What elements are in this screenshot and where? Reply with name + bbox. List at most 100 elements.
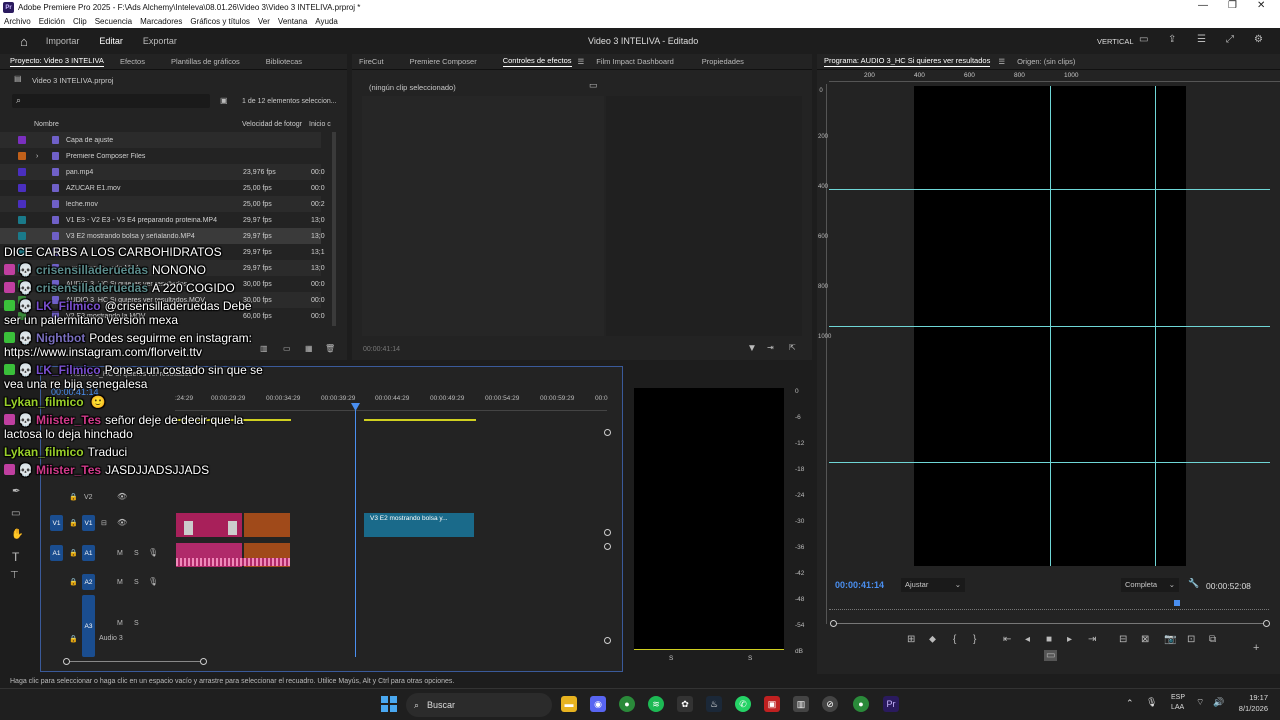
app-icon-3[interactable]: ▥ <box>793 696 809 712</box>
video-clip-2[interactable] <box>244 513 290 537</box>
tab-bibliotecas[interactable]: Bibliotecas <box>266 57 302 66</box>
menu-lines-icon[interactable]: ☰ <box>1197 34 1206 45</box>
playhead-line[interactable] <box>355 403 356 657</box>
project-item[interactable]: Capa de ajuste <box>0 132 321 148</box>
search-input[interactable]: ⌕ <box>12 94 210 108</box>
add-button-icon[interactable]: + <box>1253 642 1259 654</box>
trash-icon[interactable]: 🗑 <box>325 344 335 353</box>
new-item-icon[interactable]: ▦ <box>305 344 313 353</box>
taskbar-search[interactable]: ⌕ Buscar <box>406 693 552 717</box>
menu-graficos[interactable]: Gráficos y títulos <box>190 17 250 26</box>
steam-icon[interactable]: ♨ <box>706 696 722 712</box>
program-mini-timeline[interactable] <box>829 602 1269 610</box>
v2-lock-icon[interactable]: 🔒 <box>69 493 78 501</box>
fit-dropdown[interactable]: Ajustar ⌄ <box>901 578 965 592</box>
meter-solo-left[interactable]: S <box>669 655 673 662</box>
a3-solo[interactable]: S <box>134 620 139 627</box>
v1-track-target[interactable]: V1 <box>82 515 95 531</box>
a1-mute[interactable]: M <box>117 550 123 557</box>
zoom-left-handle[interactable] <box>63 658 70 665</box>
settings-icon[interactable]: ⚙ <box>1254 34 1263 45</box>
close-icon[interactable]: ✕ <box>1257 0 1265 11</box>
whatsapp-icon[interactable]: ✆ <box>735 696 751 712</box>
camera-icon[interactable]: 📷 <box>1164 634 1176 645</box>
fullscreen-icon[interactable]: ⤢ <box>1226 34 1234 45</box>
chrome-icon-2[interactable]: ● <box>853 696 869 712</box>
menu-archivo[interactable]: Archivo <box>4 17 31 26</box>
overwrite-icon[interactable]: ⊠ <box>1141 634 1149 645</box>
clock-time[interactable]: 19:17 <box>1220 693 1268 702</box>
v2-eye-icon[interactable]: 👁 <box>117 492 127 501</box>
windows-start-icon[interactable] <box>381 696 397 712</box>
v-scroll-handle-mid[interactable] <box>604 529 611 536</box>
project-item[interactable]: V3 E2 mostrando bolsa y señalando.MP4 29,… <box>0 228 325 244</box>
tab-exportar[interactable]: Exportar <box>143 36 177 46</box>
a2-mute[interactable]: M <box>117 579 123 586</box>
tab-importar[interactable]: Importar <box>46 36 80 46</box>
a-scroll-handle-top[interactable] <box>604 543 611 550</box>
spotify-icon[interactable]: ≋ <box>648 696 664 712</box>
a2-solo[interactable]: S <box>134 579 139 586</box>
tray-chevron-up-icon[interactable]: ⌃ <box>1126 698 1134 709</box>
zoom-right-handle[interactable] <box>200 658 207 665</box>
video-clip-selected[interactable]: V3 E2 mostrando bolsa y... <box>364 513 474 537</box>
lang-layout[interactable]: LAA <box>1171 704 1184 711</box>
v1-sync-icon[interactable]: ⊟ <box>101 519 107 527</box>
menu-ventana[interactable]: Ventana <box>278 17 307 26</box>
quality-dropdown[interactable]: Completa ⌄ <box>1121 578 1179 592</box>
label-color-swatch[interactable] <box>18 232 26 240</box>
go-to-out-icon[interactable]: ⇥ <box>1088 634 1096 645</box>
a1-track-target[interactable]: A1 <box>82 545 95 561</box>
mark-in-icon[interactable]: ⊞ <box>907 634 915 645</box>
col-name[interactable]: Nombre <box>34 121 59 128</box>
hand-tool-icon[interactable]: ✋ <box>11 529 23 540</box>
menu-ver[interactable]: Ver <box>258 17 270 26</box>
export-icon[interactable]: ⇥ <box>767 343 774 352</box>
v1-eye-icon[interactable]: 👁 <box>117 518 127 527</box>
app-icon-2[interactable]: ▣ <box>764 696 780 712</box>
timeline-zoom-bar[interactable] <box>66 661 206 662</box>
a2-mic-icon[interactable]: 🎙 <box>148 577 158 586</box>
insert-icon[interactable]: ⊟ <box>1119 634 1127 645</box>
tab-firecut[interactable]: FireCut <box>359 57 384 66</box>
share-icon[interactable]: ⇪ <box>1168 34 1176 45</box>
rectangle-tool-icon[interactable]: ▭ <box>11 508 20 519</box>
vr-icon[interactable]: ⧉ <box>1209 634 1216 645</box>
v1-source-target[interactable]: V1 <box>50 515 63 531</box>
v-scroll-handle-top[interactable] <box>604 429 611 436</box>
project-scrollbar[interactable] <box>332 132 336 326</box>
button-editor-icon[interactable]: ▭ <box>1044 650 1058 661</box>
tab-plantillas[interactable]: Plantillas de gráficos <box>171 57 240 66</box>
a3-mute[interactable]: M <box>117 620 123 627</box>
go-to-in-icon[interactable]: ⇤ <box>1003 634 1011 645</box>
menu-secuencia[interactable]: Secuencia <box>95 17 132 26</box>
step-back-icon[interactable]: ◂ <box>1025 634 1030 645</box>
wrench-icon[interactable]: 🔧 <box>1188 578 1199 589</box>
tab-film-impact[interactable]: Film Impact Dashboard <box>596 57 674 66</box>
layout-icon[interactable]: ▭ <box>1139 34 1148 45</box>
tab-menu-icon[interactable]: ☰ <box>578 57 585 66</box>
mic-icon[interactable]: 🎙 <box>1146 697 1157 708</box>
app-icon-4[interactable]: ⊘ <box>822 696 838 712</box>
a-scroll-handle-bottom[interactable] <box>604 637 611 644</box>
col-fps[interactable]: Velocidad de fotogr <box>242 121 302 128</box>
tab-editar[interactable]: Editar <box>99 36 123 46</box>
pen-tool-icon[interactable]: ✒ <box>12 486 20 497</box>
col-start[interactable]: Inicio c <box>309 121 331 128</box>
a2-lock-icon[interactable]: 🔒 <box>69 578 78 586</box>
tab-controles-efectos[interactable]: Controles de efectos <box>502 56 572 67</box>
tab-efectos[interactable]: Efectos <box>120 57 145 66</box>
expand-icon[interactable]: ⇱ <box>789 343 796 352</box>
menu-edicion[interactable]: Edición <box>39 17 65 26</box>
a1-mic-icon[interactable]: 🎙 <box>148 548 158 557</box>
project-item[interactable]: › Premiere Composer Files <box>0 148 321 164</box>
tab-program[interactable]: Programa: AUDIO 3_HC Si quieres ver resu… <box>824 56 991 67</box>
label-color-swatch[interactable] <box>18 136 26 144</box>
marker-icon[interactable]: ⬥ <box>929 634 936 645</box>
meter-solo-right[interactable]: S <box>748 655 752 662</box>
label-color-swatch[interactable] <box>18 152 26 160</box>
minimize-icon[interactable]: — <box>1198 0 1208 11</box>
maximize-icon[interactable]: ❐ <box>1228 0 1237 11</box>
zoom-handle-right[interactable] <box>1263 620 1270 627</box>
out-point-icon[interactable]: } <box>973 634 976 645</box>
